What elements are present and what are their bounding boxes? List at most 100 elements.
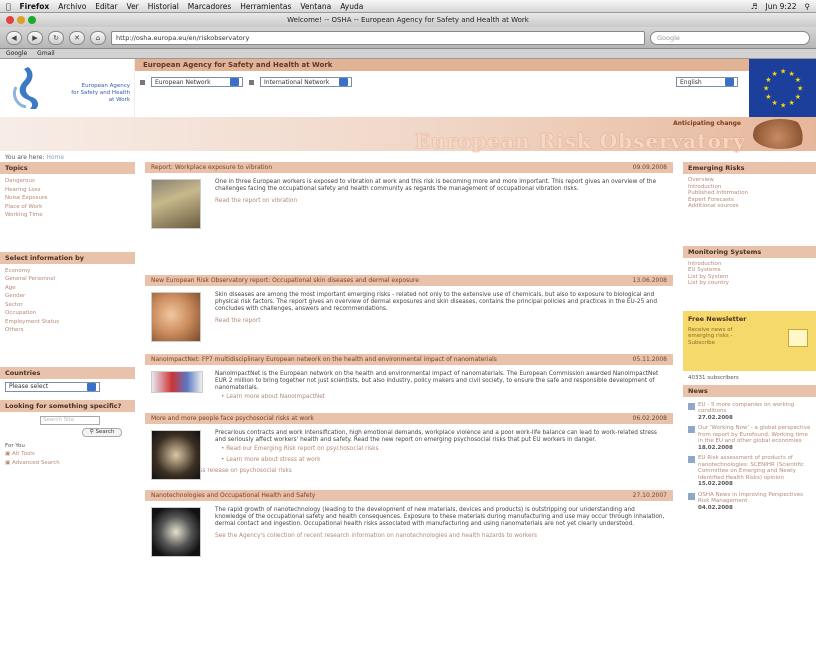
topic-link[interactable]: Dangerous — [0, 177, 135, 186]
agency-logo[interactable]: European Agency for Safety and Health at… — [0, 59, 135, 117]
select-info-link[interactable]: Employment Status — [0, 318, 135, 327]
menu-editar[interactable]: Editar — [95, 2, 117, 11]
article-thumbnail[interactable] — [151, 507, 201, 557]
language-select-wrap: English — [676, 77, 738, 87]
window-title: Welcome! -- OSHA -- European Agency for … — [287, 16, 529, 24]
read-more-link[interactable]: See the Agency's collection of recent re… — [215, 533, 667, 540]
select-info-link[interactable]: Sector — [0, 301, 135, 310]
article-header: Nanotechnologies and Occupational Health… — [145, 490, 673, 501]
news-item[interactable]: EU - 5 more companies on working conditi… — [683, 400, 816, 424]
web-search-input[interactable]: Google — [650, 30, 810, 45]
home-button[interactable]: ⌂ — [90, 30, 106, 45]
select-info-link[interactable]: Economy — [0, 267, 135, 276]
article-summary: Skin diseases are among the most importa… — [215, 292, 658, 312]
eu-star-icon: ★ — [780, 68, 786, 76]
menu-ver[interactable]: Ver — [127, 2, 139, 11]
article-date: 09.09.2008 — [632, 164, 667, 171]
article-bullet-link[interactable]: • Read our Emerging Risk report on psych… — [215, 444, 667, 455]
reload-button[interactable]: ↻ — [48, 30, 64, 45]
news-heading: News — [683, 384, 816, 397]
article-thumbnail[interactable] — [151, 371, 203, 393]
logo-line: at Work — [108, 97, 130, 103]
subscriber-count: 40331 subscribers — [688, 374, 739, 381]
topic-link[interactable]: Working Time — [0, 211, 135, 220]
clock[interactable]: Jun 9:22 — [766, 2, 797, 11]
banner-tagline: Anticipating change — [673, 120, 741, 127]
search-placeholder: Google — [657, 33, 680, 42]
select-info-heading: Select information by — [0, 251, 135, 264]
emerging-risks-heading: Emerging Risks — [683, 162, 816, 174]
article-title-link[interactable]: More and more people face psychosocial r… — [151, 415, 314, 422]
news-item[interactable]: EU Risk assessment of products of nanote… — [683, 453, 816, 490]
site-search-button[interactable]: ⚲ Search — [82, 427, 122, 437]
browser-toolbar: ◀ ▶ ↻ ✕ ⌂ http://osha.europa.eu/en/risko… — [0, 27, 816, 49]
topic-link[interactable]: Hearing Loss — [0, 186, 135, 195]
article-thumbnail[interactable] — [151, 179, 201, 229]
stop-button[interactable]: ✕ — [69, 30, 85, 45]
alt-tools-link[interactable]: ▣ Alt Tools — [0, 450, 135, 459]
search-button-label: Search — [95, 428, 115, 435]
eu-star-icon: ★ — [797, 85, 803, 93]
news-item-text: OSHA News in Improving Perspectives Risk… — [698, 491, 804, 505]
menu-ventana[interactable]: Ventana — [300, 2, 331, 11]
chevron-down-icon — [725, 78, 734, 86]
bullet-label: Read our Emerging Risk report on psychos… — [226, 446, 379, 452]
site-search-input[interactable]: Search Site — [40, 415, 100, 425]
bookmark-gmail[interactable]: Gmail — [37, 50, 55, 57]
monitoring-list: Introduction EU Systems List by System List… — [683, 261, 816, 287]
article-thumbnail[interactable] — [151, 430, 201, 480]
spotlight-icon[interactable]: ⚲ — [805, 2, 811, 11]
european-network-select[interactable]: European Network — [151, 77, 243, 87]
search-icon: ⚲ — [89, 428, 94, 435]
chevron-down-icon — [339, 78, 348, 86]
back-button[interactable]: ◀ — [6, 30, 22, 45]
article-title-link[interactable]: Report: Workplace exposure to vibration — [151, 164, 272, 171]
article-title-link[interactable]: NanoImpactNet: FP7 multidisciplinary Eur… — [151, 356, 497, 363]
select-info-link[interactable]: Occupation — [0, 309, 135, 318]
read-more-link[interactable]: Read the report on vibration — [215, 198, 667, 205]
international-network-select[interactable]: International Network — [260, 77, 352, 87]
apple-icon[interactable]:  — [6, 2, 11, 11]
article-bullet-link[interactable]: • Learn more about stress at work — [215, 455, 667, 466]
news-item-content: EU - 5 more companies on working conditi… — [698, 402, 811, 422]
url-text: http://osha.europa.eu/en/riskobservatory — [116, 33, 250, 42]
mac-menu-bar:  Firefox Archivo Editar Ver Historial M… — [0, 0, 816, 13]
select-info-link[interactable]: Gender — [0, 292, 135, 301]
country-select[interactable]: Please select — [5, 381, 100, 392]
select-info-link[interactable]: General Personnel — [0, 275, 135, 284]
select-value: European Network — [155, 78, 211, 86]
bookmark-google[interactable]: Google — [6, 50, 27, 57]
volume-icon[interactable]: ♬ — [751, 2, 758, 11]
menu-ayuda[interactable]: Ayuda — [340, 2, 363, 11]
menu-marcadores[interactable]: Marcadores — [188, 2, 232, 11]
language-select[interactable]: English — [676, 77, 738, 87]
article-title-link[interactable]: Nanotechnologies and Occupational Health… — [151, 492, 315, 499]
article-bullet-link[interactable]: • Learn more about NanoImpactNet — [215, 392, 667, 403]
menu-app[interactable]: Firefox — [20, 2, 50, 11]
article-bullet-link[interactable]: • Read the press release on psychosocial… — [151, 466, 667, 477]
select-value: International Network — [264, 78, 330, 86]
news-item[interactable]: Our 'Working Now' - a global perspective… — [683, 423, 816, 453]
select-info-link[interactable]: Age — [0, 284, 135, 293]
article-thumbnail[interactable] — [151, 292, 201, 342]
article-body: NanoImpactNet is the European network on… — [145, 365, 673, 407]
topic-link[interactable]: Noise Exposure — [0, 194, 135, 203]
select-info-link[interactable]: Others — [0, 326, 135, 335]
menu-archivo[interactable]: Archivo — [58, 2, 86, 11]
advanced-search-link[interactable]: ▣ Advanced Search — [0, 459, 135, 468]
breadcrumb-home[interactable]: Home — [46, 154, 64, 161]
menu-historial[interactable]: Historial — [148, 2, 179, 11]
topic-link[interactable]: Place of Work — [0, 203, 135, 212]
url-bar[interactable]: http://osha.europa.eu/en/riskobservatory — [111, 30, 645, 45]
news-icon — [688, 492, 695, 500]
news-item[interactable]: OSHA News in Improving Perspectives Risk… — [683, 490, 816, 514]
newsletter-subscribe-link[interactable]: Receive news of emerging risks - Subscri… — [688, 327, 758, 347]
article-header: New European Risk Observatory report: Oc… — [145, 275, 673, 286]
forward-button[interactable]: ▶ — [27, 30, 43, 45]
read-more-link[interactable]: Read the report — [215, 318, 667, 325]
article-title-link[interactable]: New European Risk Observatory report: Oc… — [151, 277, 419, 284]
eu-stars-icon: ★★★★★★★★★ ★ ★★ — [763, 68, 803, 110]
newsletter-icon[interactable] — [788, 328, 808, 347]
bullet-label: Learn more about NanoImpactNet — [226, 394, 326, 400]
menu-herramientas[interactable]: Herramientas — [240, 2, 291, 11]
